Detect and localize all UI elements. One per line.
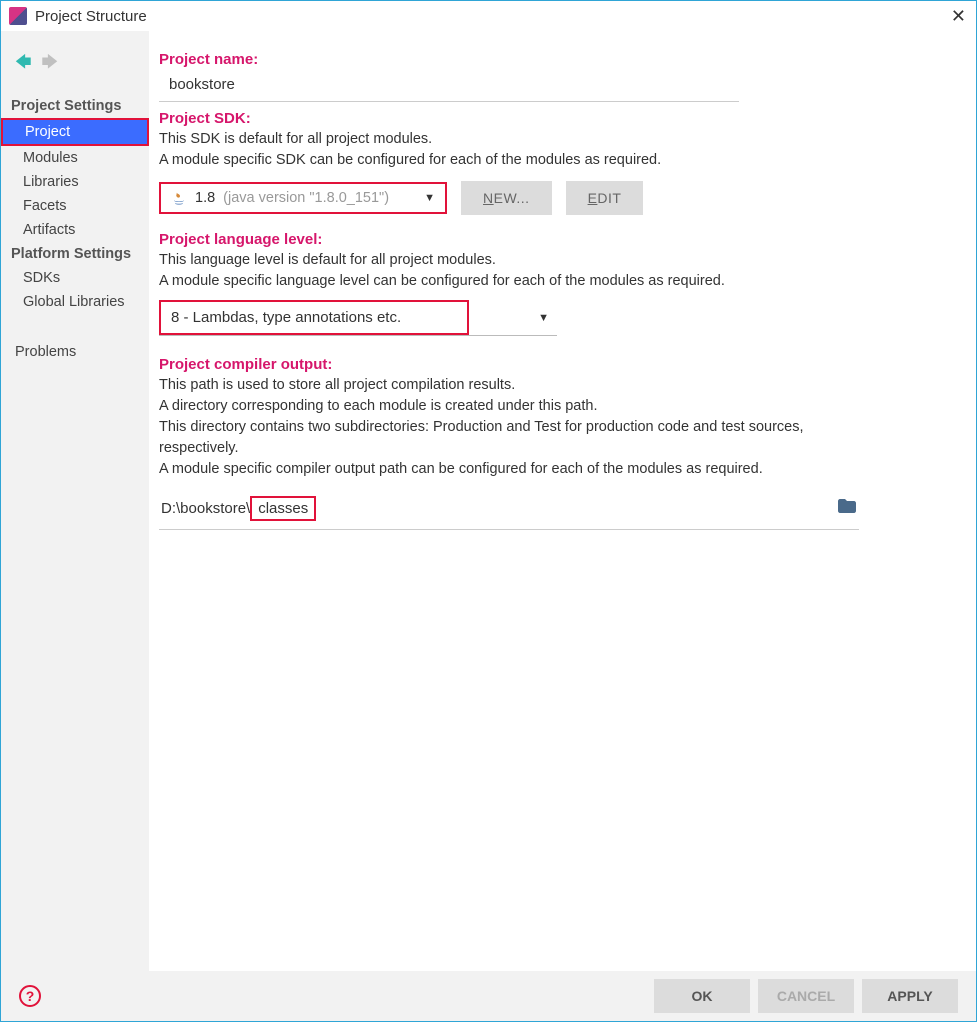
out-desc-line1: This path is used to store all project c… bbox=[159, 375, 839, 396]
window-title: Project Structure bbox=[35, 8, 147, 25]
project-name-input[interactable]: bookstore bbox=[159, 70, 739, 102]
out-desc-line4: A module specific compiler output path c… bbox=[159, 459, 839, 480]
sidebar-head-project-settings: Project Settings bbox=[1, 94, 149, 118]
sidebar-item-facets[interactable]: Facets bbox=[1, 194, 149, 218]
lang-desc-line2: A module specific language level can be … bbox=[159, 271, 839, 292]
java-icon bbox=[171, 190, 187, 206]
nav-back-icon[interactable]: 🡄 bbox=[15, 51, 32, 78]
sidebar-item-problems[interactable]: Problems bbox=[1, 340, 149, 364]
sidebar-item-global-libraries[interactable]: Global Libraries bbox=[1, 290, 149, 314]
language-level-value: 8 - Lambdas, type annotations etc. bbox=[159, 300, 469, 335]
nav-forward-icon[interactable]: 🡆 bbox=[42, 51, 59, 78]
sdk-value-main: 1.8 bbox=[195, 190, 215, 206]
chevron-down-icon: ▼ bbox=[538, 312, 557, 324]
language-level-select[interactable]: 8 - Lambdas, type annotations etc. ▼ bbox=[159, 300, 557, 336]
lang-desc-line1: This language level is default for all p… bbox=[159, 250, 839, 271]
sdk-value-grey: (java version "1.8.0_151") bbox=[223, 190, 389, 206]
project-sdk-select[interactable]: 1.8 (java version "1.8.0_151") ▼ bbox=[159, 182, 447, 214]
compiler-output-input[interactable]: D:\bookstore\classes bbox=[159, 490, 859, 530]
ok-button[interactable]: OK bbox=[654, 979, 750, 1013]
out-desc-line3: This directory contains two subdirectori… bbox=[159, 417, 839, 459]
language-level-label: Project language level: bbox=[159, 231, 952, 248]
project-name-label: Project name: bbox=[159, 51, 952, 68]
sidebar-item-libraries[interactable]: Libraries bbox=[1, 170, 149, 194]
cancel-button[interactable]: CANCEL bbox=[758, 979, 854, 1013]
folder-icon[interactable] bbox=[837, 498, 857, 519]
sidebar-head-platform-settings: Platform Settings bbox=[1, 242, 149, 266]
titlebar: Project Structure ✕ bbox=[1, 1, 976, 31]
sidebar-item-artifacts[interactable]: Artifacts bbox=[1, 218, 149, 242]
out-path-prefix: D:\bookstore\ bbox=[161, 500, 250, 517]
compiler-output-label: Project compiler output: bbox=[159, 356, 952, 373]
out-path-highlight: classes bbox=[250, 496, 316, 521]
app-logo-icon bbox=[9, 7, 27, 25]
sdk-desc-line2: A module specific SDK can be configured … bbox=[159, 150, 839, 171]
sdk-desc-line1: This SDK is default for all project modu… bbox=[159, 129, 839, 150]
sidebar: 🡄 🡆 Project Settings Project Modules Lib… bbox=[1, 31, 149, 971]
out-desc-line2: A directory corresponding to each module… bbox=[159, 396, 839, 417]
edit-sdk-button[interactable]: EDIT bbox=[566, 181, 644, 215]
chevron-down-icon: ▼ bbox=[424, 192, 435, 204]
project-sdk-label: Project SDK: bbox=[159, 110, 952, 127]
new-sdk-button[interactable]: NEW... bbox=[461, 181, 552, 215]
content-panel: Project name: bookstore Project SDK: Thi… bbox=[149, 31, 976, 971]
sidebar-item-modules[interactable]: Modules bbox=[1, 146, 149, 170]
sidebar-item-project[interactable]: Project bbox=[1, 118, 149, 146]
close-icon[interactable]: ✕ bbox=[951, 6, 966, 27]
footer: ? OK CANCEL APPLY bbox=[1, 971, 976, 1021]
apply-button[interactable]: APPLY bbox=[862, 979, 958, 1013]
sidebar-item-sdks[interactable]: SDKs bbox=[1, 266, 149, 290]
help-icon[interactable]: ? bbox=[19, 985, 41, 1007]
